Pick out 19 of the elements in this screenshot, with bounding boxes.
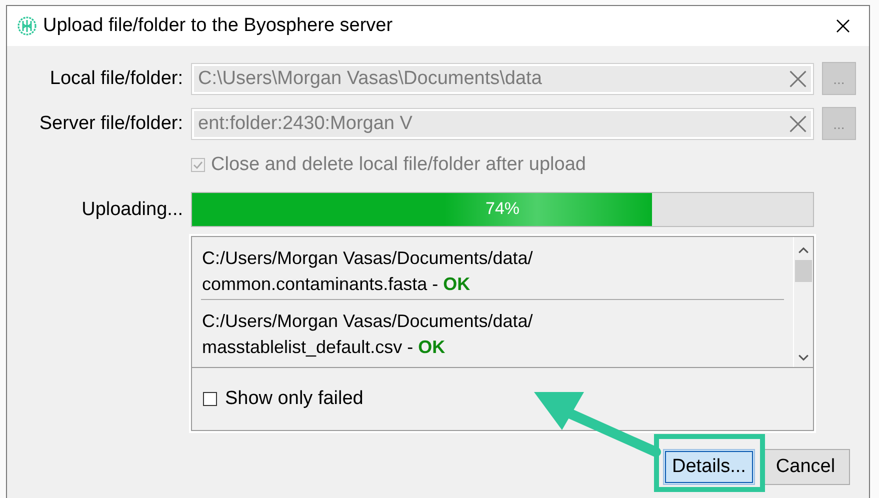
file-status: masstablelist_default.csv - OK bbox=[202, 336, 446, 359]
scrollbar-thumb[interactable] bbox=[795, 260, 812, 282]
checkbox[interactable] bbox=[203, 392, 217, 406]
scrollbar[interactable] bbox=[793, 237, 813, 367]
scroll-up-icon[interactable] bbox=[798, 247, 809, 254]
scroll-down-icon[interactable] bbox=[798, 354, 809, 361]
window-title: Upload file/folder to the Byosphere server bbox=[43, 15, 394, 37]
app-icon bbox=[17, 16, 37, 36]
checkbox-label: Close and delete local file/folder after upload bbox=[211, 154, 586, 176]
field-label: Local file/folder: bbox=[48, 68, 183, 90]
details-button[interactable]: Details... bbox=[663, 449, 755, 485]
close-icon[interactable] bbox=[836, 19, 850, 33]
file-path: C:/Users/Morgan Vasas/Documents/data/ bbox=[202, 310, 534, 333]
file-path: C:/Users/Morgan Vasas/Documents/data/ bbox=[202, 247, 534, 270]
progress-reading: 74% bbox=[484, 199, 521, 219]
file-status: common.contaminants.fasta - OK bbox=[202, 273, 472, 296]
checkbox-label: Show only failed bbox=[225, 388, 364, 410]
progress-label: Uploading... bbox=[80, 198, 183, 220]
field-label: Server file/folder: bbox=[38, 112, 183, 134]
